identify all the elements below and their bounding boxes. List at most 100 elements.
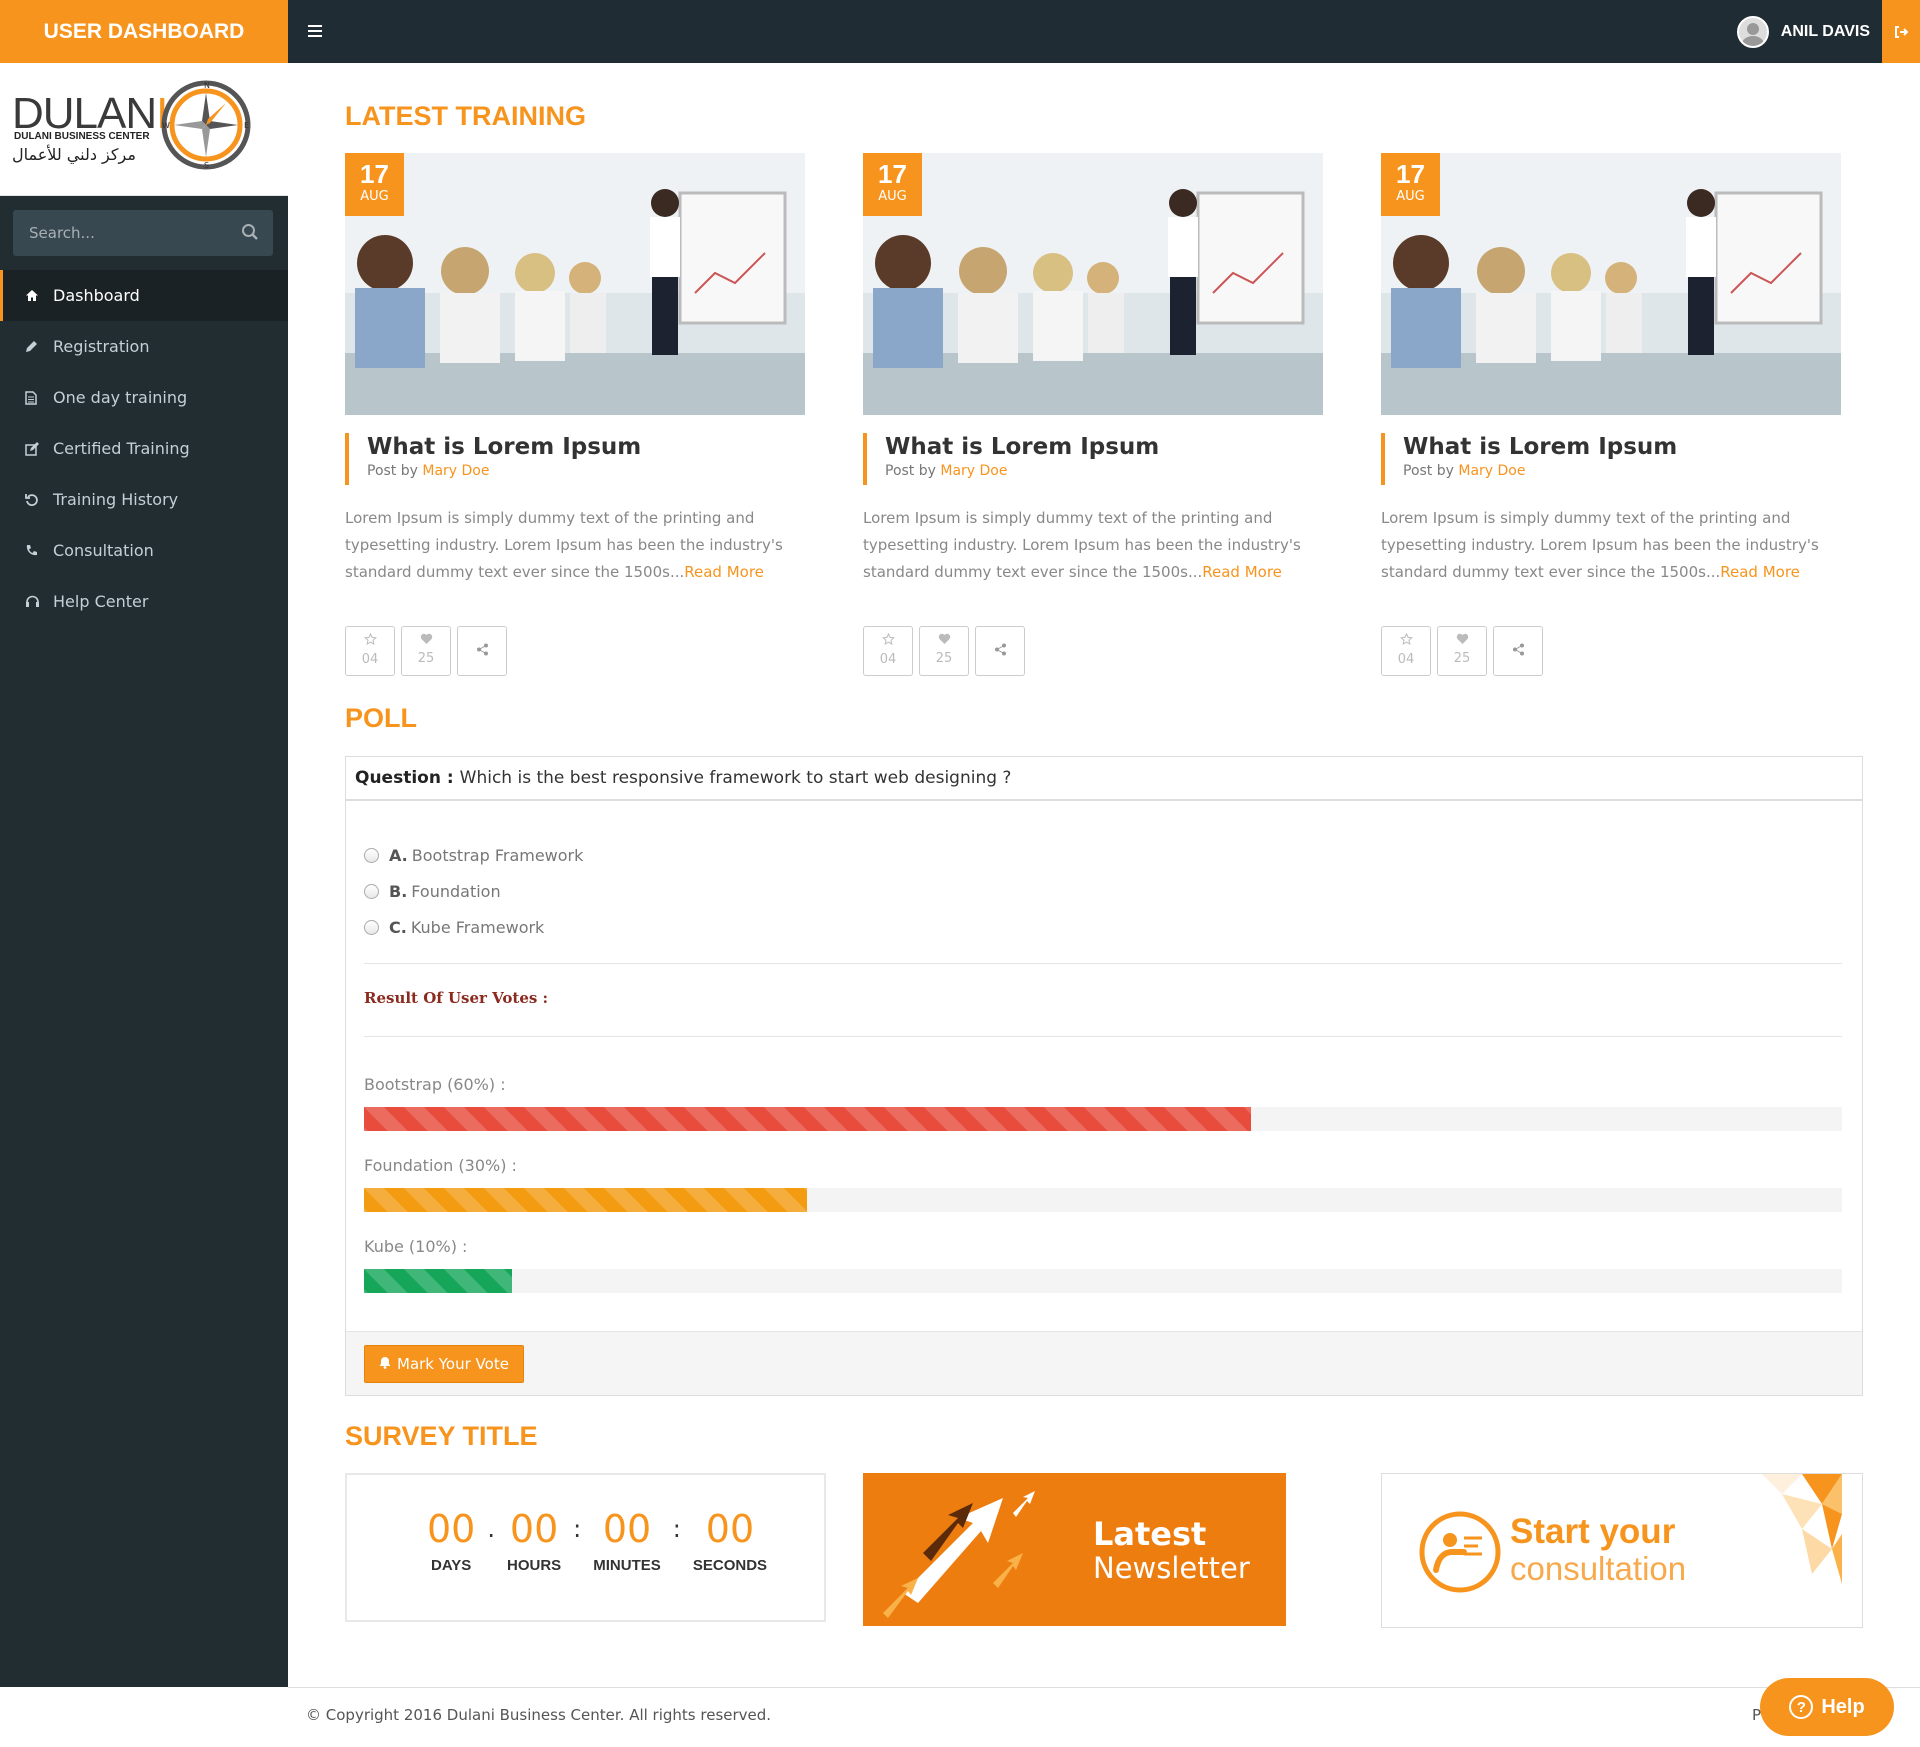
sidebar-search [13,210,273,256]
date-month: AUG [878,189,907,204]
avatar [1736,15,1769,48]
like-button[interactable]: 25 [919,626,969,676]
card-meta: Post by Mary Doe [885,463,1323,479]
author-link[interactable]: Mary Doe [422,463,489,479]
minutes-value: 00 [602,1507,652,1551]
share-button[interactable] [1493,626,1543,676]
training-card: 17 AUG What is Lorem Ipsum Post by Mary … [345,153,805,676]
sidebar-item-label: Registration [53,337,150,356]
training-image[interactable]: 17 AUG [1381,153,1841,415]
sidebar-item-consultation[interactable]: Consultation [0,525,288,576]
poll-footer: Mark Your Vote [346,1331,1862,1395]
card-title[interactable]: What is Lorem Ipsum [367,433,805,461]
radio-button[interactable] [364,919,379,935]
training-image[interactable]: 17 AUG [345,153,805,415]
edit-icon [25,441,53,456]
result-kube-label: Kube (10%) : [364,1237,468,1256]
option-label: Foundation [411,881,501,901]
logo[interactable]: DULANI DULANI BUSINESS CENTER مركز دلني … [0,63,288,196]
mark-vote-button[interactable]: Mark Your Vote [364,1345,524,1383]
result-kube-track [364,1269,1842,1293]
latest-training-title: LATEST TRAINING [345,101,586,131]
option-key: C. [389,917,407,937]
star-count: 04 [879,652,897,667]
search-input[interactable] [13,210,233,256]
training-card: 17 AUG What is Lorem Ipsum Post by Mary … [1381,153,1841,676]
logo-subtitle: DULANI BUSINESS CENTER [14,131,150,142]
share-icon [1512,643,1525,660]
help-label: Help [1821,1695,1865,1718]
question-text: Which is the best responsive framework t… [459,768,1012,788]
result-foundation-track [364,1188,1842,1212]
card-heading: What is Lorem Ipsum Post by Mary Doe [1381,433,1841,485]
result-kube-bar [364,1269,512,1293]
result-label: Result Of User Votes : [364,989,549,1007]
share-icon [476,643,489,660]
date-day: 17 [360,159,389,189]
poll-option-bootstrap[interactable]: A. Bootstrap Framework [364,837,583,873]
star-button[interactable]: 04 [1381,626,1431,676]
sidebar-item-registration[interactable]: Registration [0,321,288,372]
consultation-banner[interactable]: Start your consultation [1381,1473,1863,1628]
help-button[interactable]: ? Help [1760,1678,1894,1736]
share-button[interactable] [457,626,507,676]
sidebar-item-label: Certified Training [53,439,190,458]
copyright-text: © Copyright 2016 Dulani Business Center.… [306,1706,772,1724]
card-heading: What is Lorem Ipsum Post by Mary Doe [345,433,805,485]
sidebar-item-certified-training[interactable]: Certified Training [0,423,288,474]
heart-icon [1456,633,1469,649]
like-button[interactable]: 25 [401,626,451,676]
star-button[interactable]: 04 [345,626,395,676]
triangles-pattern-icon [1762,1474,1842,1584]
sidebar-item-dashboard[interactable]: Dashboard [0,270,288,321]
author-link[interactable]: Mary Doe [940,463,1007,479]
days-label: DAYS [431,1557,472,1574]
post-by-label: Post by [1403,463,1454,479]
result-bootstrap-label: Bootstrap (60%) : [364,1075,506,1094]
compass-n: N [204,81,210,90]
days-value: 00 [427,1507,476,1551]
author-link[interactable]: Mary Doe [1458,463,1525,479]
seconds-label: SECONDS [692,1557,768,1574]
separator: : [672,1515,681,1543]
like-count: 25 [1453,651,1471,666]
poll-title: POLL [345,703,417,733]
menu-toggle-icon[interactable] [300,16,330,46]
phone-icon [25,544,53,557]
share-button[interactable] [975,626,1025,676]
date-badge: 17 AUG [345,153,404,216]
read-more-link[interactable]: Read More [684,563,764,581]
poll-option-foundation[interactable]: B. Foundation [364,873,583,909]
dashboard-brand[interactable]: USER DASHBOARD [0,0,288,63]
date-badge: 17 AUG [863,153,922,216]
search-icon[interactable] [241,223,259,245]
sidebar-item-training-history[interactable]: Training History [0,474,288,525]
card-actions: 04 25 [863,626,1323,676]
countdown-seconds: 00 SECONDS [693,1507,767,1574]
sidebar-item-label: Consultation [53,541,154,560]
sidebar-item-label: Help Center [53,592,149,611]
user-menu[interactable]: ANIL DAVIS [1736,0,1870,63]
separator: . [487,1515,495,1543]
sidebar-item-label: Training History [53,490,179,509]
read-more-link[interactable]: Read More [1202,563,1282,581]
logout-icon[interactable] [1882,0,1920,63]
countdown-hours: 00 HOURS [507,1507,561,1574]
star-button[interactable]: 04 [863,626,913,676]
read-more-link[interactable]: Read More [1720,563,1800,581]
poll-option-kube[interactable]: C. Kube Framework [364,909,583,945]
countdown-days: 00 DAYS [427,1507,475,1574]
radio-button[interactable] [364,847,379,863]
question-icon: ? [1789,1695,1814,1719]
post-by-label: Post by [367,463,418,479]
card-title[interactable]: What is Lorem Ipsum [885,433,1323,461]
card-title[interactable]: What is Lorem Ipsum [1403,433,1841,461]
radio-button[interactable] [364,883,379,899]
like-button[interactable]: 25 [1437,626,1487,676]
sidebar-item-one-day-training[interactable]: One day training [0,372,288,423]
sidebar-item-help-center[interactable]: Help Center [0,576,288,627]
training-image[interactable]: 17 AUG [863,153,1323,415]
newsletter-banner[interactable]: Latest Newsletter [863,1473,1286,1626]
date-day: 17 [878,159,907,189]
vote-label: Mark Your Vote [397,1355,509,1373]
